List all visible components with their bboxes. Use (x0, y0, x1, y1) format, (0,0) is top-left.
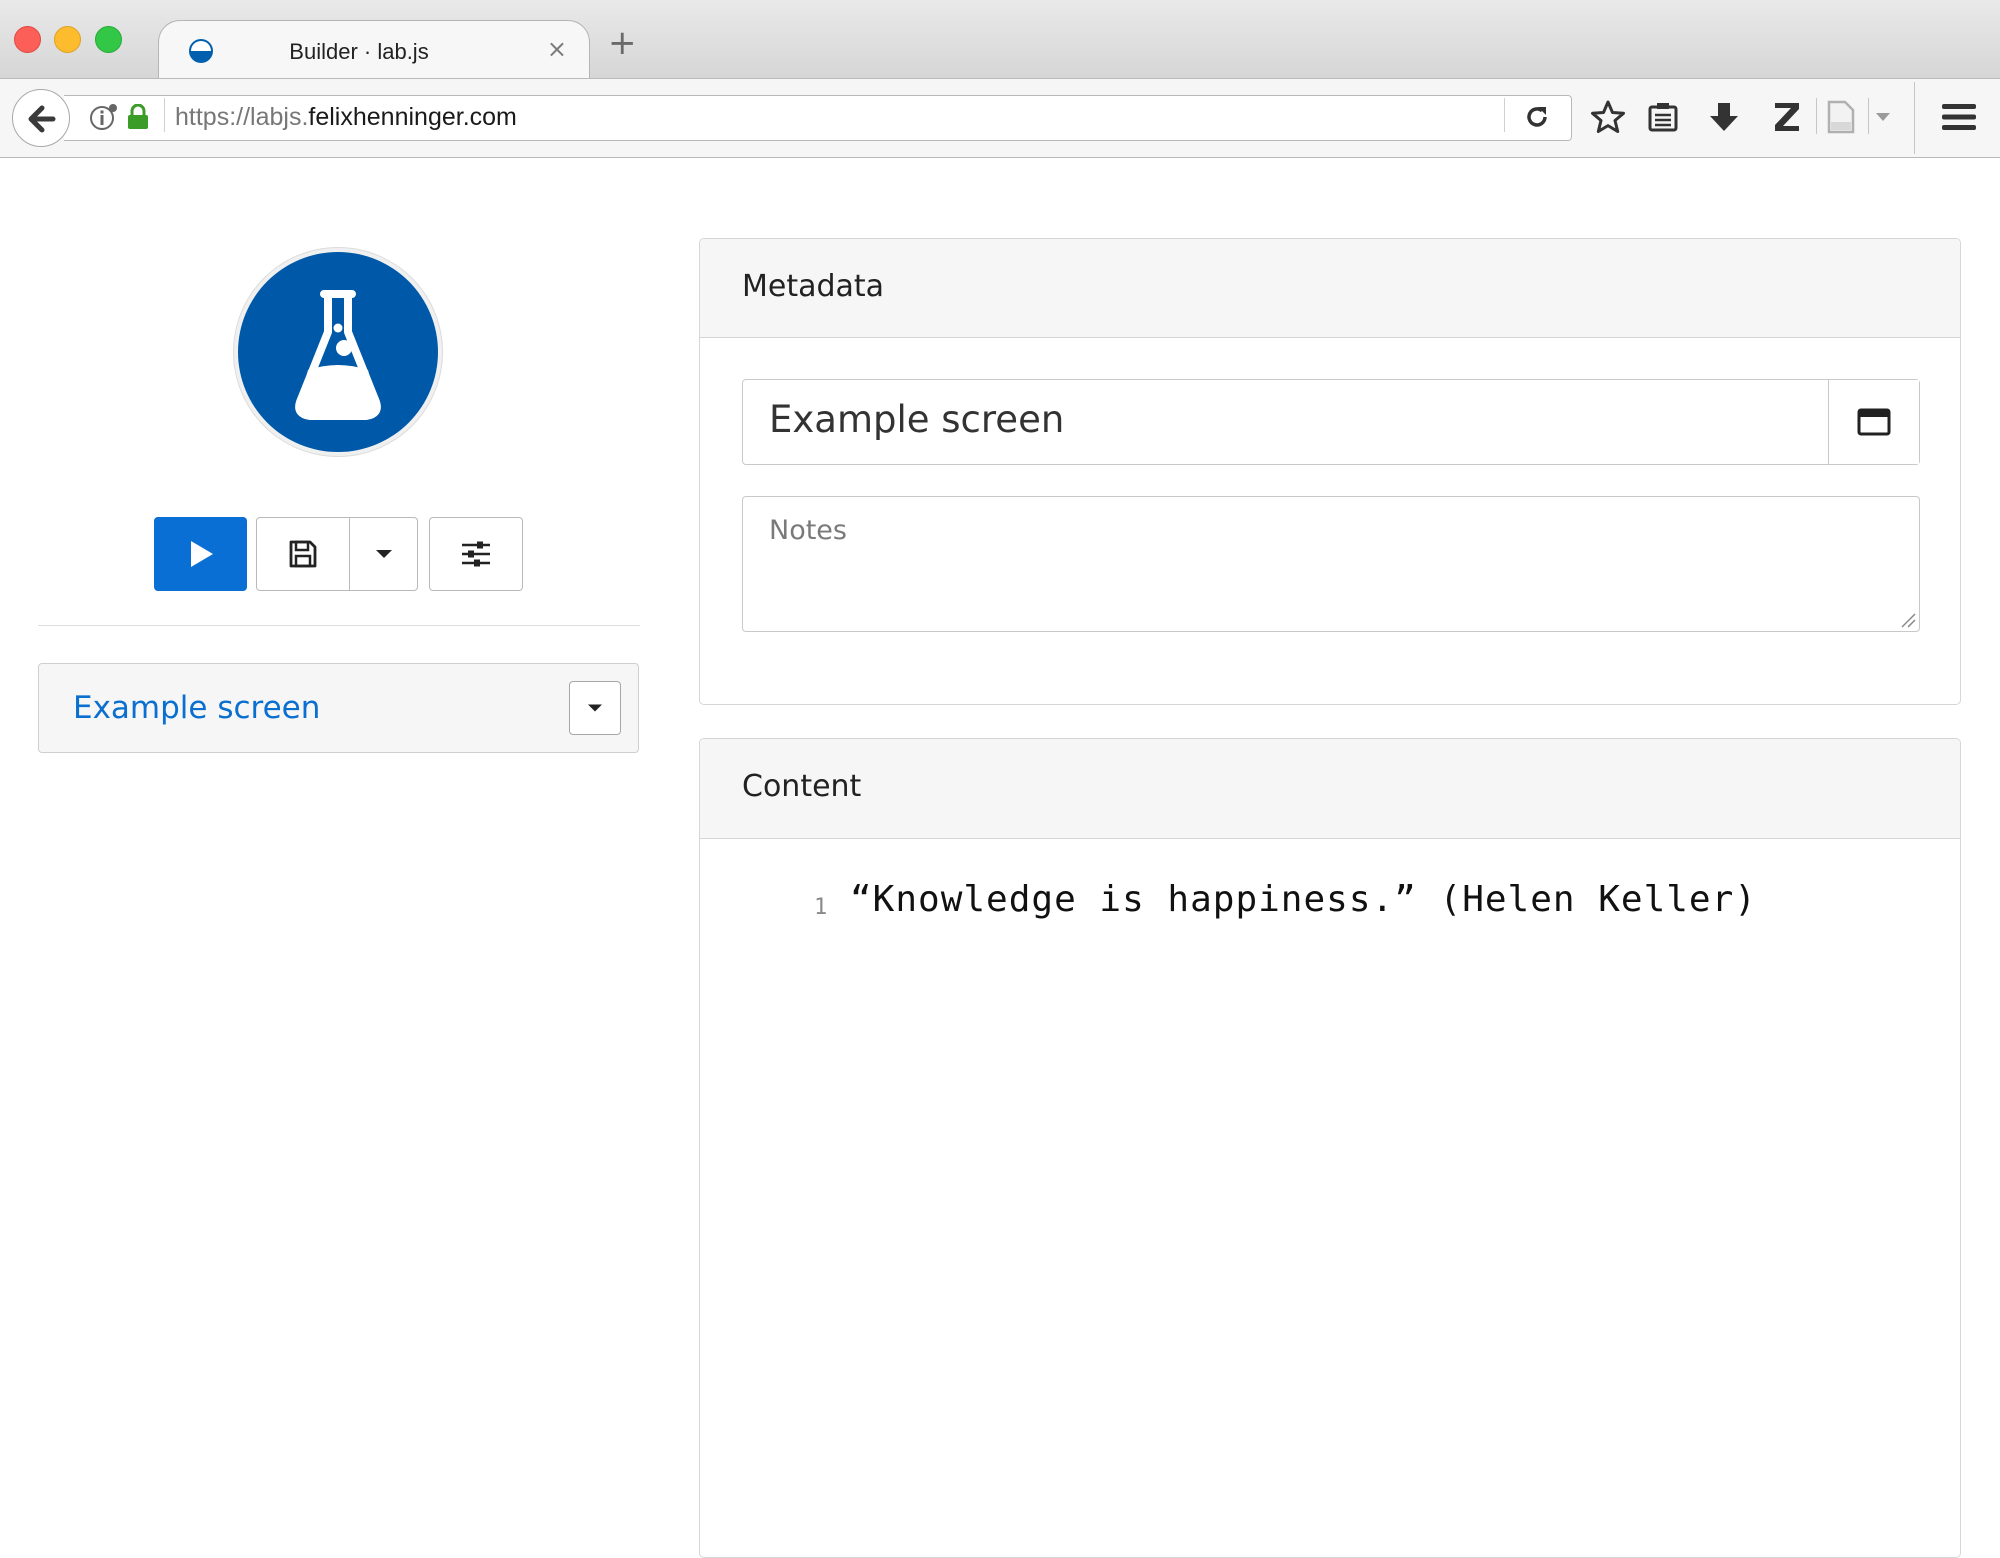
component-menu-button[interactable] (569, 681, 621, 735)
caret-down-icon (588, 704, 602, 712)
play-icon (190, 541, 213, 567)
browser-titlebar: Builder · lab.js × + (0, 0, 2000, 80)
labjs-favicon-icon (189, 39, 213, 63)
save-options-dropdown-button[interactable] (349, 517, 418, 591)
study-options-button[interactable] (429, 517, 523, 591)
url-text[interactable]: https://labjs.felixhenninger.com (175, 103, 517, 132)
window-maximize-button[interactable] (95, 26, 122, 53)
back-arrow-icon (28, 105, 56, 133)
toolbar-separator (1816, 98, 1817, 134)
sliders-icon (462, 541, 490, 567)
secure-lock-icon[interactable] (126, 104, 150, 130)
component-label[interactable]: Example screen (73, 690, 320, 726)
reading-list-icon[interactable] (1646, 100, 1680, 134)
chevron-down-icon[interactable] (1874, 112, 1892, 122)
content-card-header: Content (700, 739, 1960, 839)
tab-close-button[interactable]: × (547, 35, 567, 63)
document-icon[interactable] (1826, 100, 1856, 134)
metadata-card-header: Metadata (700, 239, 1960, 338)
url-separator (164, 98, 165, 132)
tab-title: Builder · lab.js (289, 39, 429, 64)
browser-tab[interactable]: Builder · lab.js × (158, 20, 590, 80)
component-tree-item[interactable]: Example screen (38, 663, 639, 753)
reload-icon[interactable] (1522, 102, 1552, 132)
site-info-icon[interactable] (88, 102, 120, 132)
window-preview-button[interactable] (1828, 380, 1919, 464)
window-minimize-button[interactable] (54, 26, 81, 53)
window-close-button[interactable] (14, 26, 41, 53)
code-editor-line[interactable]: “Knowledge is happiness.” (Helen Keller) (850, 879, 1757, 920)
download-icon[interactable] (1708, 100, 1740, 134)
metadata-heading: Metadata (742, 269, 885, 304)
content-heading: Content (742, 769, 862, 804)
back-button[interactable] (12, 89, 70, 147)
sidebar-divider (38, 625, 640, 626)
metadata-card: Metadata Example screen Notes (699, 238, 1961, 705)
new-tab-button[interactable]: + (608, 26, 637, 60)
flask-icon (295, 290, 381, 420)
url-separator (1504, 98, 1505, 132)
code-line-number: 1 (814, 895, 828, 920)
save-button[interactable] (256, 517, 350, 591)
toolbar-separator (1868, 98, 1869, 134)
run-button[interactable] (154, 517, 247, 591)
toolbar-separator (1914, 82, 1915, 154)
caret-down-icon (375, 550, 392, 558)
window-icon (1857, 408, 1891, 436)
notes-placeholder: Notes (769, 515, 847, 546)
resize-grip-icon[interactable] (1899, 611, 1917, 629)
content-card: Content 1 “Knowledge is happiness.” (Hel… (699, 738, 1961, 1558)
component-title-value[interactable]: Example screen (769, 398, 1064, 441)
component-title-input[interactable]: Example screen (742, 379, 1920, 465)
notes-textarea[interactable]: Notes (742, 496, 1920, 632)
labjs-logo (238, 252, 438, 452)
hamburger-menu-icon[interactable] (1942, 103, 1976, 131)
bookmark-star-icon[interactable] (1590, 100, 1626, 134)
zotero-icon[interactable] (1772, 100, 1802, 134)
floppy-disk-icon (289, 540, 317, 568)
